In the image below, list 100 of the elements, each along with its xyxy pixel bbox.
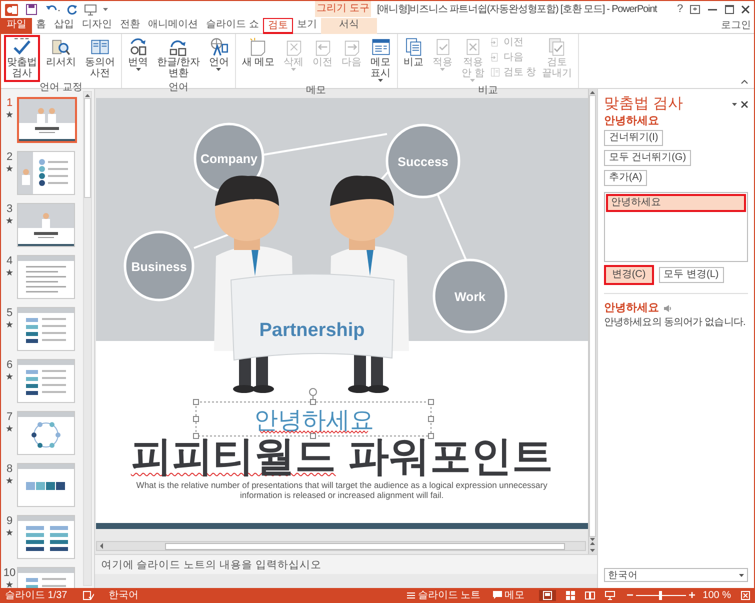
zoom-slider[interactable] <box>636 590 686 600</box>
slide-thumbnail[interactable] <box>17 203 75 247</box>
ribbon-tab[interactable]: 홈 <box>32 18 50 34</box>
ribbon-button[interactable]: 한글/한자 변환 <box>154 35 203 82</box>
star-icon <box>6 581 13 588</box>
ribbon-tab[interactable]: 서식 <box>320 18 377 34</box>
panel-icon <box>370 37 391 57</box>
slide-title: 파워포인트 <box>348 433 553 479</box>
notes-field[interactable]: 여기에 슬라이드 노트의 내용을 입력하십시오 <box>94 554 597 574</box>
pane-button[interactable]: 모두 변경(L) <box>658 267 724 283</box>
scroll-arrow-icon[interactable] <box>84 94 90 97</box>
ribbon-button[interactable]: 맞춤법 검사 <box>4 35 40 82</box>
notes-toggle[interactable]: 슬라이드 노트 <box>406 590 481 600</box>
presentation-icon[interactable] <box>84 4 97 16</box>
proofing-icon[interactable] <box>83 590 94 600</box>
ribbon-button[interactable]: 언어 <box>206 35 232 74</box>
caret-icon <box>216 68 222 71</box>
selection-frame[interactable] <box>192 388 434 439</box>
slide-thumbnail[interactable] <box>17 97 77 143</box>
scroll-arrow-icon[interactable] <box>98 543 105 549</box>
caret-icon <box>470 79 476 82</box>
fit-to-window-icon[interactable] <box>741 590 750 600</box>
ribbon-tab[interactable]: 디자인 <box>78 18 116 34</box>
scrollbar[interactable] <box>82 91 92 586</box>
misspelled-word: 안녕하세요 <box>604 115 660 128</box>
maximize-icon[interactable] <box>725 5 734 14</box>
notes-icon <box>406 592 415 598</box>
book-icon <box>90 37 110 57</box>
ribbon-button[interactable]: 비교 <box>400 35 427 71</box>
language-dropdown[interactable]: 한국어 <box>604 568 748 582</box>
redo-icon[interactable] <box>67 4 78 15</box>
horizontal-scrollbar[interactable] <box>96 541 586 551</box>
curved-arrow-icon <box>128 37 148 57</box>
slide-thumbnail[interactable] <box>17 359 75 403</box>
caret-icon <box>739 574 744 576</box>
bubble-label: Company <box>200 152 258 166</box>
zoom-in-icon[interactable] <box>688 592 695 598</box>
status-language[interactable]: 한국어 <box>108 590 138 600</box>
slide-number: 8 <box>6 463 13 475</box>
scroll-arrow-icon[interactable] <box>590 91 596 94</box>
slideshow-icon[interactable] <box>604 590 615 600</box>
star-icon <box>6 217 13 224</box>
ribbon-tab[interactable]: 파일 <box>1 18 32 34</box>
vertical-scrollbar[interactable] <box>588 89 597 554</box>
slide-thumbnail[interactable] <box>17 151 75 195</box>
ribbon-button[interactable]: 번역 <box>125 35 151 74</box>
scroll-thumb[interactable] <box>84 98 91 198</box>
slide-sorter-icon[interactable] <box>566 590 575 600</box>
save-icon[interactable] <box>26 4 37 15</box>
suggestion-item[interactable]: 안녕하세요 <box>606 194 746 212</box>
ribbon-display-icon[interactable] <box>690 5 700 14</box>
reading-view-icon[interactable] <box>584 590 595 600</box>
slide-thumbnail[interactable] <box>17 307 75 351</box>
slider-thumb[interactable] <box>659 590 662 600</box>
slide-number: 3 <box>6 203 13 215</box>
pane-button[interactable]: 추가(A) <box>604 170 648 186</box>
slide-thumbnail[interactable] <box>17 411 75 455</box>
slide-number: 2 <box>6 151 13 163</box>
scroll-arrows-icon[interactable] <box>590 538 596 552</box>
pane-button[interactable]: 모두 건너뛰기(G) <box>604 150 692 166</box>
slide-thumbnail[interactable] <box>17 515 75 559</box>
group-label: 비교 <box>476 85 499 96</box>
caret-icon[interactable] <box>732 102 737 106</box>
comment-icon <box>492 591 502 599</box>
collapse-ribbon-icon[interactable] <box>741 80 748 84</box>
ribbon-button[interactable]: 새 메모 <box>238 35 278 71</box>
app-logo-icon <box>5 4 18 16</box>
customize-caret-icon[interactable] <box>103 8 108 12</box>
ribbon-tab[interactable]: 전환 <box>116 18 144 34</box>
star-icon <box>6 269 13 276</box>
sign-in-link[interactable]: 로그인 <box>721 20 751 31</box>
ribbon-button[interactable]: 동의어 사전 <box>82 35 118 82</box>
close-icon[interactable] <box>741 100 748 108</box>
ribbon-tab[interactable]: 검토 <box>262 18 293 34</box>
star-icon <box>6 165 13 172</box>
bubble-label: Success <box>397 155 448 169</box>
slide-number: 5 <box>6 307 13 319</box>
normal-view-icon <box>542 590 552 600</box>
minimize-icon[interactable] <box>708 9 717 11</box>
normal-view-button[interactable] <box>538 590 556 600</box>
ribbon-button[interactable]: 메모 표시 <box>368 35 394 85</box>
help-button[interactable]: ? <box>677 3 684 15</box>
group-label: 메모 <box>305 85 328 96</box>
group-label: 언어 교정 <box>38 82 84 93</box>
bubble-label: Work <box>454 290 486 304</box>
slide-number: 1 <box>6 97 13 109</box>
pane-button[interactable]: 건너뛰기(I) <box>604 130 664 146</box>
close-icon[interactable] <box>741 5 750 14</box>
ribbon-tab[interactable]: 삽입 <box>50 18 78 34</box>
comments-toggle[interactable]: 메모 <box>492 590 525 600</box>
speaker-icon[interactable] <box>664 305 672 312</box>
slide-thumbnail[interactable] <box>17 463 75 507</box>
ribbon-button[interactable]: 리서치 <box>43 35 79 71</box>
ribbon-tab[interactable]: 슬라이드 쇼 <box>202 18 263 34</box>
pane-button[interactable]: 변경(C) <box>604 265 654 285</box>
ribbon-tab[interactable]: 애니메이션 <box>144 18 202 34</box>
ribbon-tab[interactable]: 보기 <box>292 18 321 34</box>
zoom-level[interactable]: 100 % <box>702 590 731 600</box>
slide-thumbnail[interactable] <box>17 255 75 299</box>
zoom-out-icon[interactable] <box>626 592 633 598</box>
